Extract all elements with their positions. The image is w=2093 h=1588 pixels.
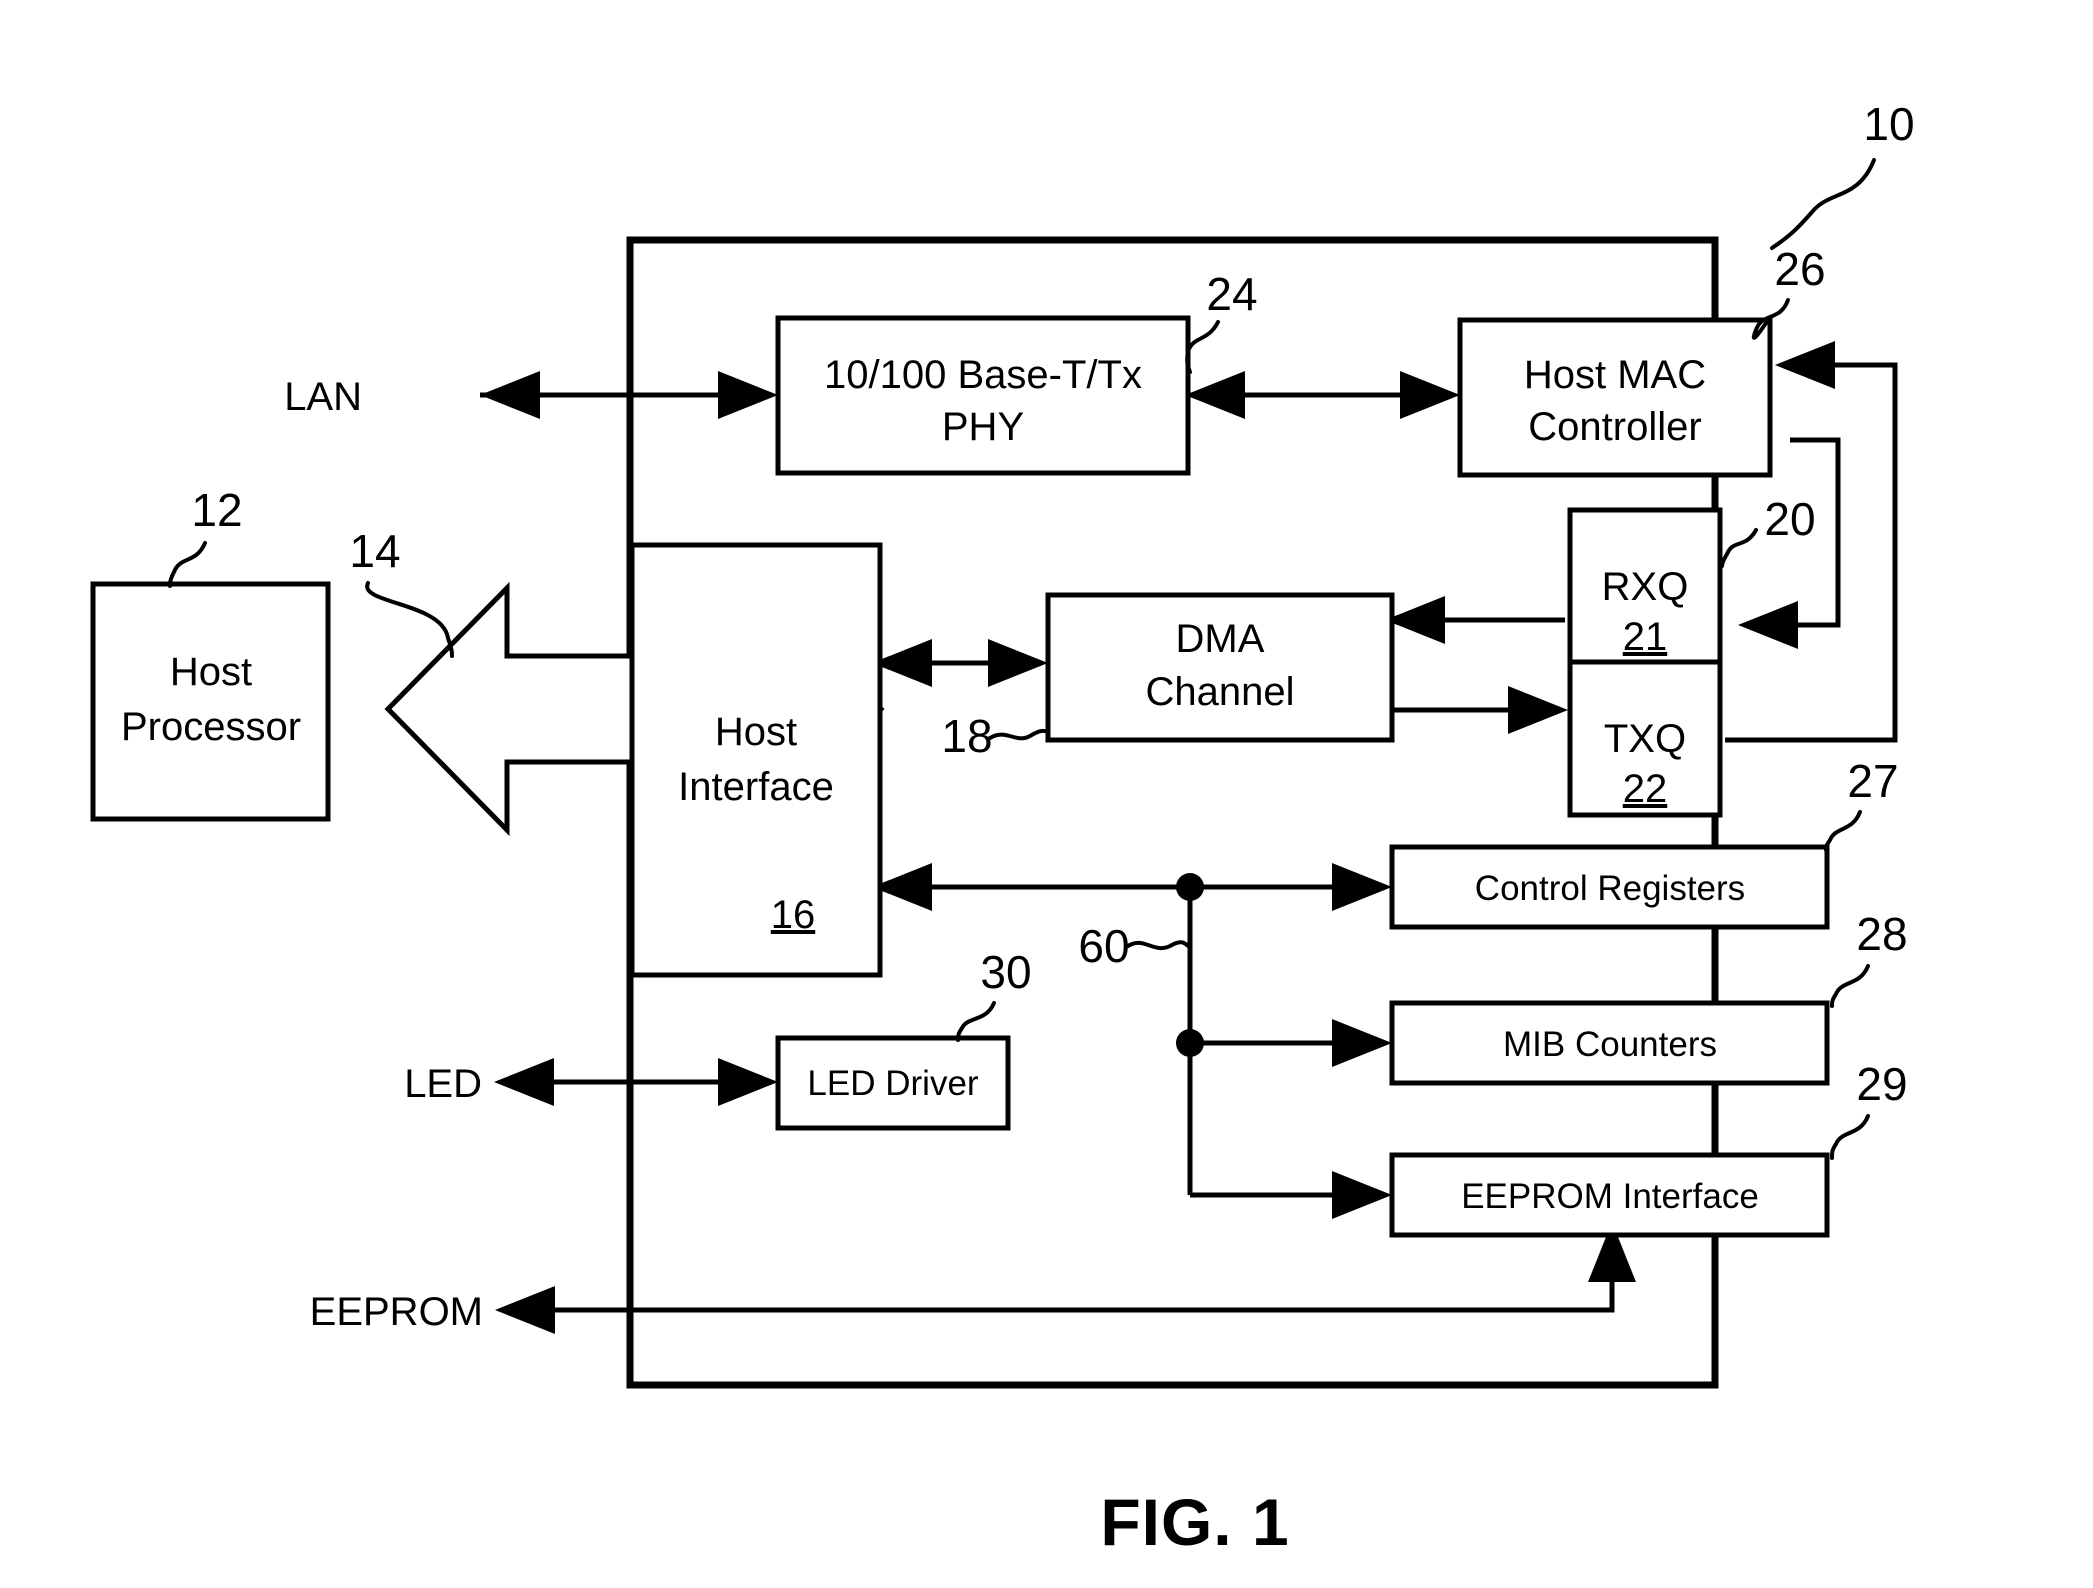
block-txq-label: TXQ bbox=[1604, 717, 1686, 761]
ref-leader-30 bbox=[956, 1001, 996, 1042]
ref-label-29: 29 bbox=[1856, 1058, 1907, 1110]
block-phy-label-line2: PHY bbox=[942, 405, 1024, 449]
ref-leader-20 bbox=[1720, 528, 1758, 568]
block-eeprom-interface-label: EEPROM Interface bbox=[1461, 1177, 1759, 1216]
block-mac-label-line2: Controller bbox=[1528, 405, 1701, 449]
block-host-processor-line1: Host bbox=[170, 650, 252, 694]
arrowhead-phy-out bbox=[1185, 371, 1245, 419]
port-label-eeprom: EEPROM bbox=[310, 1290, 483, 1334]
ref-leader-29 bbox=[1830, 1114, 1870, 1160]
block-led-driver-label: LED Driver bbox=[807, 1064, 978, 1103]
figure-1-block-diagram: 10/100 Base-T/Tx PHY Host MAC Controller… bbox=[0, 0, 2093, 1588]
ref-label-18: 18 bbox=[941, 710, 992, 762]
arrowhead-lan-left bbox=[480, 371, 540, 419]
ref-label-28: 28 bbox=[1856, 908, 1907, 960]
block-dma-label-line2: Channel bbox=[1145, 670, 1294, 714]
block-host-interface-refnum: 16 bbox=[771, 893, 816, 937]
arrowhead-eeprom-port-left bbox=[495, 1286, 555, 1334]
ref-label-14: 14 bbox=[349, 525, 400, 577]
block-mib-counters-label: MIB Counters bbox=[1503, 1025, 1717, 1064]
block-rxq-label: RXQ bbox=[1602, 565, 1689, 609]
ref-label-10: 10 bbox=[1863, 98, 1914, 150]
ref-leader-28 bbox=[1830, 964, 1870, 1008]
ref-label-26: 26 bbox=[1774, 243, 1825, 295]
arrowhead-dma-in-host bbox=[988, 639, 1048, 687]
ref-leader-60 bbox=[1126, 940, 1190, 950]
ref-label-30: 30 bbox=[980, 946, 1031, 998]
diagram-canvas: 10/100 Base-T/Tx PHY Host MAC Controller… bbox=[90, 98, 1915, 1559]
ref-leader-27 bbox=[1824, 810, 1862, 852]
block-control-registers-label: Control Registers bbox=[1475, 869, 1745, 908]
bus-junction-dot-middle bbox=[1176, 1029, 1204, 1057]
arrowhead-led-left bbox=[494, 1058, 554, 1106]
bus-junction-dot-top bbox=[1176, 873, 1204, 901]
arrowhead-mac-in bbox=[1400, 371, 1460, 419]
arrowhead-eeprom-interface-in bbox=[1332, 1171, 1392, 1219]
ref-label-60: 60 bbox=[1078, 920, 1129, 972]
block-phy-label-line1: 10/100 Base-T/Tx bbox=[824, 353, 1142, 397]
arrowhead-rxq-in bbox=[1738, 601, 1798, 649]
block-mac-label-line1: Host MAC bbox=[1524, 353, 1706, 397]
arrowhead-txq-in bbox=[1508, 686, 1568, 734]
arrowhead-mib-counters-in bbox=[1332, 1019, 1392, 1067]
block-host-interface[interactable] bbox=[629, 542, 883, 978]
arrowhead-control-registers-in bbox=[1332, 863, 1392, 911]
ref-label-27: 27 bbox=[1847, 755, 1898, 807]
port-label-led: LED bbox=[404, 1062, 482, 1106]
arrowhead-phy-in bbox=[718, 371, 778, 419]
ref-leader-12 bbox=[168, 541, 207, 588]
ref-leader-24 bbox=[1185, 320, 1220, 374]
port-label-lan: LAN bbox=[284, 375, 362, 419]
block-txq-refnum: 22 bbox=[1623, 767, 1668, 811]
arrowhead-mac-right-in bbox=[1775, 341, 1835, 389]
arrowhead-led-driver-in bbox=[718, 1058, 778, 1106]
block-rxq-refnum: 21 bbox=[1623, 615, 1668, 659]
block-host-interface-line2: Interface bbox=[678, 765, 834, 809]
ref-leader-14 bbox=[365, 581, 454, 658]
ref-label-12: 12 bbox=[191, 484, 242, 536]
ref-leader-18 bbox=[988, 728, 1050, 741]
block-host-processor[interactable] bbox=[90, 581, 331, 822]
block-dma-label-line1: DMA bbox=[1176, 617, 1265, 661]
block-host-interface-line1: Host bbox=[715, 710, 797, 754]
block-host-processor-line2: Processor bbox=[121, 705, 301, 749]
figure-caption: FIG. 1 bbox=[1100, 1485, 1289, 1559]
ref-leader-10 bbox=[1770, 158, 1876, 250]
ref-label-24: 24 bbox=[1206, 268, 1257, 320]
wire-eeprom-if-to-port bbox=[505, 1228, 1615, 1313]
block-host-mac-controller[interactable] bbox=[1457, 317, 1773, 478]
ref-label-20: 20 bbox=[1764, 493, 1815, 545]
